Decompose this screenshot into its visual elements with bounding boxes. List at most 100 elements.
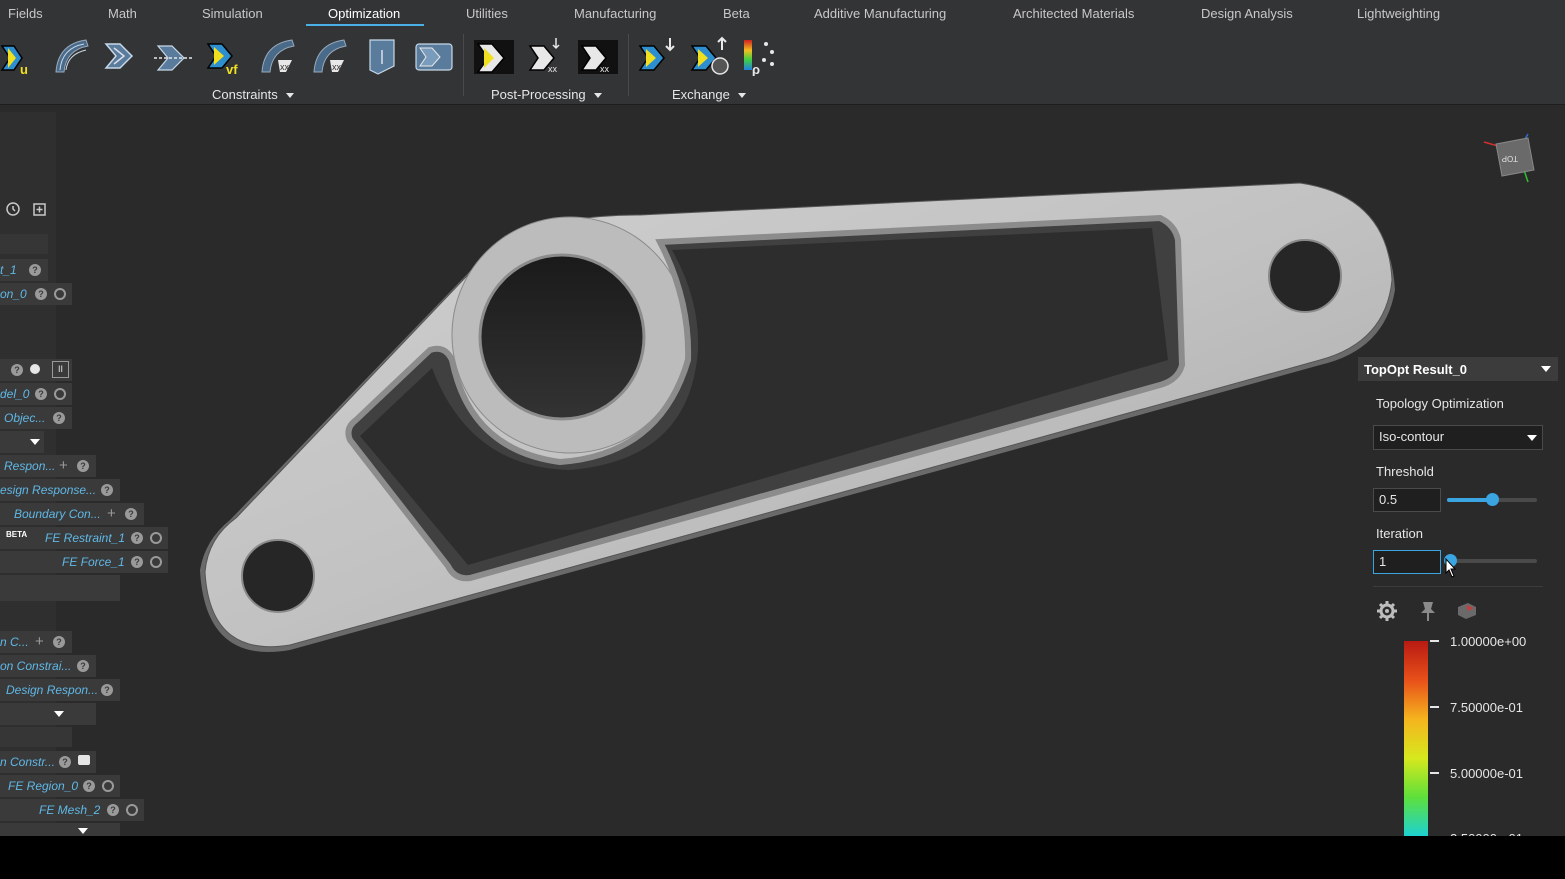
display-mode-select[interactable]: Iso-contour [1373, 425, 1543, 450]
help-icon[interactable]: ? [35, 388, 47, 400]
displacement-u-icon[interactable]: u [0, 36, 40, 76]
bracket-part-model[interactable] [0, 105, 1565, 836]
import-icon[interactable] [638, 36, 678, 76]
result-selector-dropdown[interactable]: TopOpt Result_0 [1358, 357, 1558, 381]
remesh-icon[interactable]: xx [578, 36, 618, 76]
tree-item[interactable]: FE Mesh_2? [0, 799, 144, 821]
tree-item[interactable]: del_0? [0, 383, 72, 405]
iteration-input[interactable]: 1 [1373, 550, 1441, 574]
panel-divider [1373, 586, 1543, 587]
menu-design-analysis[interactable]: Design Analysis [1201, 6, 1293, 21]
ribbon-separator [463, 34, 464, 96]
iteration-slider-track[interactable] [1447, 559, 1537, 563]
menu-beta[interactable]: Beta [723, 6, 750, 21]
design-variable-icon[interactable] [102, 36, 142, 76]
help-icon[interactable]: ? [77, 460, 89, 472]
tree-item[interactable]: n C... +? [0, 631, 72, 653]
menu-additive-manufacturing[interactable]: Additive Manufacturing [814, 6, 946, 21]
tree-dropdown[interactable] [0, 431, 44, 453]
tree-item[interactable]: BETA FE Restraint_1? [0, 527, 168, 549]
tree-item[interactable]: Design Respon...? [0, 679, 120, 701]
volume-fraction-icon[interactable]: vf [206, 36, 246, 76]
result-render-icon[interactable] [474, 36, 514, 76]
tree-item[interactable]: Respon... +? [0, 455, 96, 477]
tree-blank-row [0, 575, 120, 601]
threshold-slider-handle[interactable] [1486, 493, 1499, 506]
visibility-toggle-icon[interactable] [54, 288, 66, 300]
help-icon[interactable]: ? [29, 264, 41, 276]
refresh-icon[interactable] [5, 201, 21, 217]
view-cube[interactable]: TOP [1478, 130, 1538, 188]
menu-simulation[interactable]: Simulation [202, 6, 263, 21]
gear-icon[interactable] [1376, 600, 1398, 622]
visibility-toggle-icon[interactable] [102, 780, 114, 792]
manufacturing-constraint-icon[interactable] [362, 36, 402, 76]
tree-dropdown[interactable] [0, 823, 120, 836]
add-icon[interactable]: + [59, 457, 68, 474]
svg-text:xx: xx [600, 64, 610, 74]
menu-manufacturing[interactable]: Manufacturing [574, 6, 656, 21]
beta-badge: BETA [6, 530, 28, 539]
post-processing-group-dropdown[interactable]: Post-Processing [491, 87, 602, 102]
stress-constraint-icon[interactable]: xx [258, 36, 298, 76]
help-icon[interactable]: ? [53, 412, 65, 424]
tree-dropdown[interactable] [0, 703, 96, 725]
chevron-down-icon [285, 93, 294, 99]
help-icon[interactable]: ? [101, 684, 113, 696]
menu-lightweighting[interactable]: Lightweighting [1357, 6, 1440, 21]
visibility-toggle-icon[interactable] [150, 556, 162, 568]
help-icon[interactable]: ? [35, 288, 47, 300]
threshold-input[interactable]: 0.5 [1373, 488, 1441, 512]
pause-icon[interactable]: II [52, 361, 69, 378]
exchange-group-dropdown[interactable]: Exchange [672, 87, 746, 102]
tree-item[interactable]: FE Region_0? [0, 775, 120, 797]
design-space-icon[interactable] [52, 36, 92, 76]
add-icon[interactable]: + [35, 633, 44, 650]
help-icon[interactable]: ? [107, 804, 119, 816]
run-indicator-icon[interactable] [30, 364, 40, 374]
menu-utilities[interactable]: Utilities [466, 6, 508, 21]
legend-tick [1430, 706, 1439, 708]
legend-tick [1430, 772, 1439, 774]
frequency-constraint-icon[interactable]: xx [310, 36, 350, 76]
tree-item-solve[interactable]: ? II [0, 359, 72, 381]
visibility-toggle-icon[interactable] [126, 804, 138, 816]
help-icon[interactable]: ? [131, 532, 143, 544]
visibility-toggle-icon[interactable] [150, 532, 162, 544]
color-map-icon[interactable] [1456, 601, 1478, 621]
pin-icon[interactable] [1418, 600, 1438, 622]
help-icon[interactable]: ? [101, 484, 113, 496]
help-icon[interactable]: ? [11, 364, 23, 376]
chevron-down-icon [1527, 435, 1537, 441]
menu-optimization[interactable]: Optimization [328, 6, 400, 21]
menu-fields[interactable]: Fields [8, 6, 43, 21]
tree-item[interactable]: Boundary Con... +? [0, 503, 144, 525]
help-icon[interactable]: ? [131, 556, 143, 568]
help-icon[interactable]: ? [53, 636, 65, 648]
help-icon[interactable]: ? [125, 508, 137, 520]
chevron-down-icon [737, 93, 746, 99]
overhang-icon[interactable] [414, 36, 454, 76]
export-icon[interactable] [690, 36, 730, 76]
symmetry-icon[interactable] [154, 36, 194, 76]
add-node-icon[interactable] [31, 201, 47, 217]
density-field-icon[interactable]: ρ [742, 36, 782, 76]
visibility-toggle-icon[interactable] [54, 388, 66, 400]
tree-item[interactable]: FE Force_1? [0, 551, 168, 573]
tree-item[interactable]: Objec...? [0, 407, 72, 429]
tree-item[interactable]: esign Response...? [0, 479, 120, 501]
tree-item[interactable]: t_1? [0, 259, 48, 281]
smoothing-icon[interactable]: xx [526, 36, 566, 76]
help-icon[interactable]: ? [83, 780, 95, 792]
add-icon[interactable]: + [107, 505, 116, 522]
chevron-down-icon [78, 828, 88, 834]
constraints-group-dropdown[interactable]: Constraints [212, 87, 294, 102]
tree-item[interactable]: on Constrai...? [0, 655, 96, 677]
menu-architected-materials[interactable]: Architected Materials [1013, 6, 1134, 21]
help-icon[interactable]: ? [77, 660, 89, 672]
tree-item[interactable]: on_0? [0, 283, 72, 305]
comment-icon[interactable] [78, 755, 90, 765]
tree-item[interactable]: n Constr...? [0, 751, 96, 773]
menu-math[interactable]: Math [108, 6, 137, 21]
help-icon[interactable]: ? [59, 756, 71, 768]
